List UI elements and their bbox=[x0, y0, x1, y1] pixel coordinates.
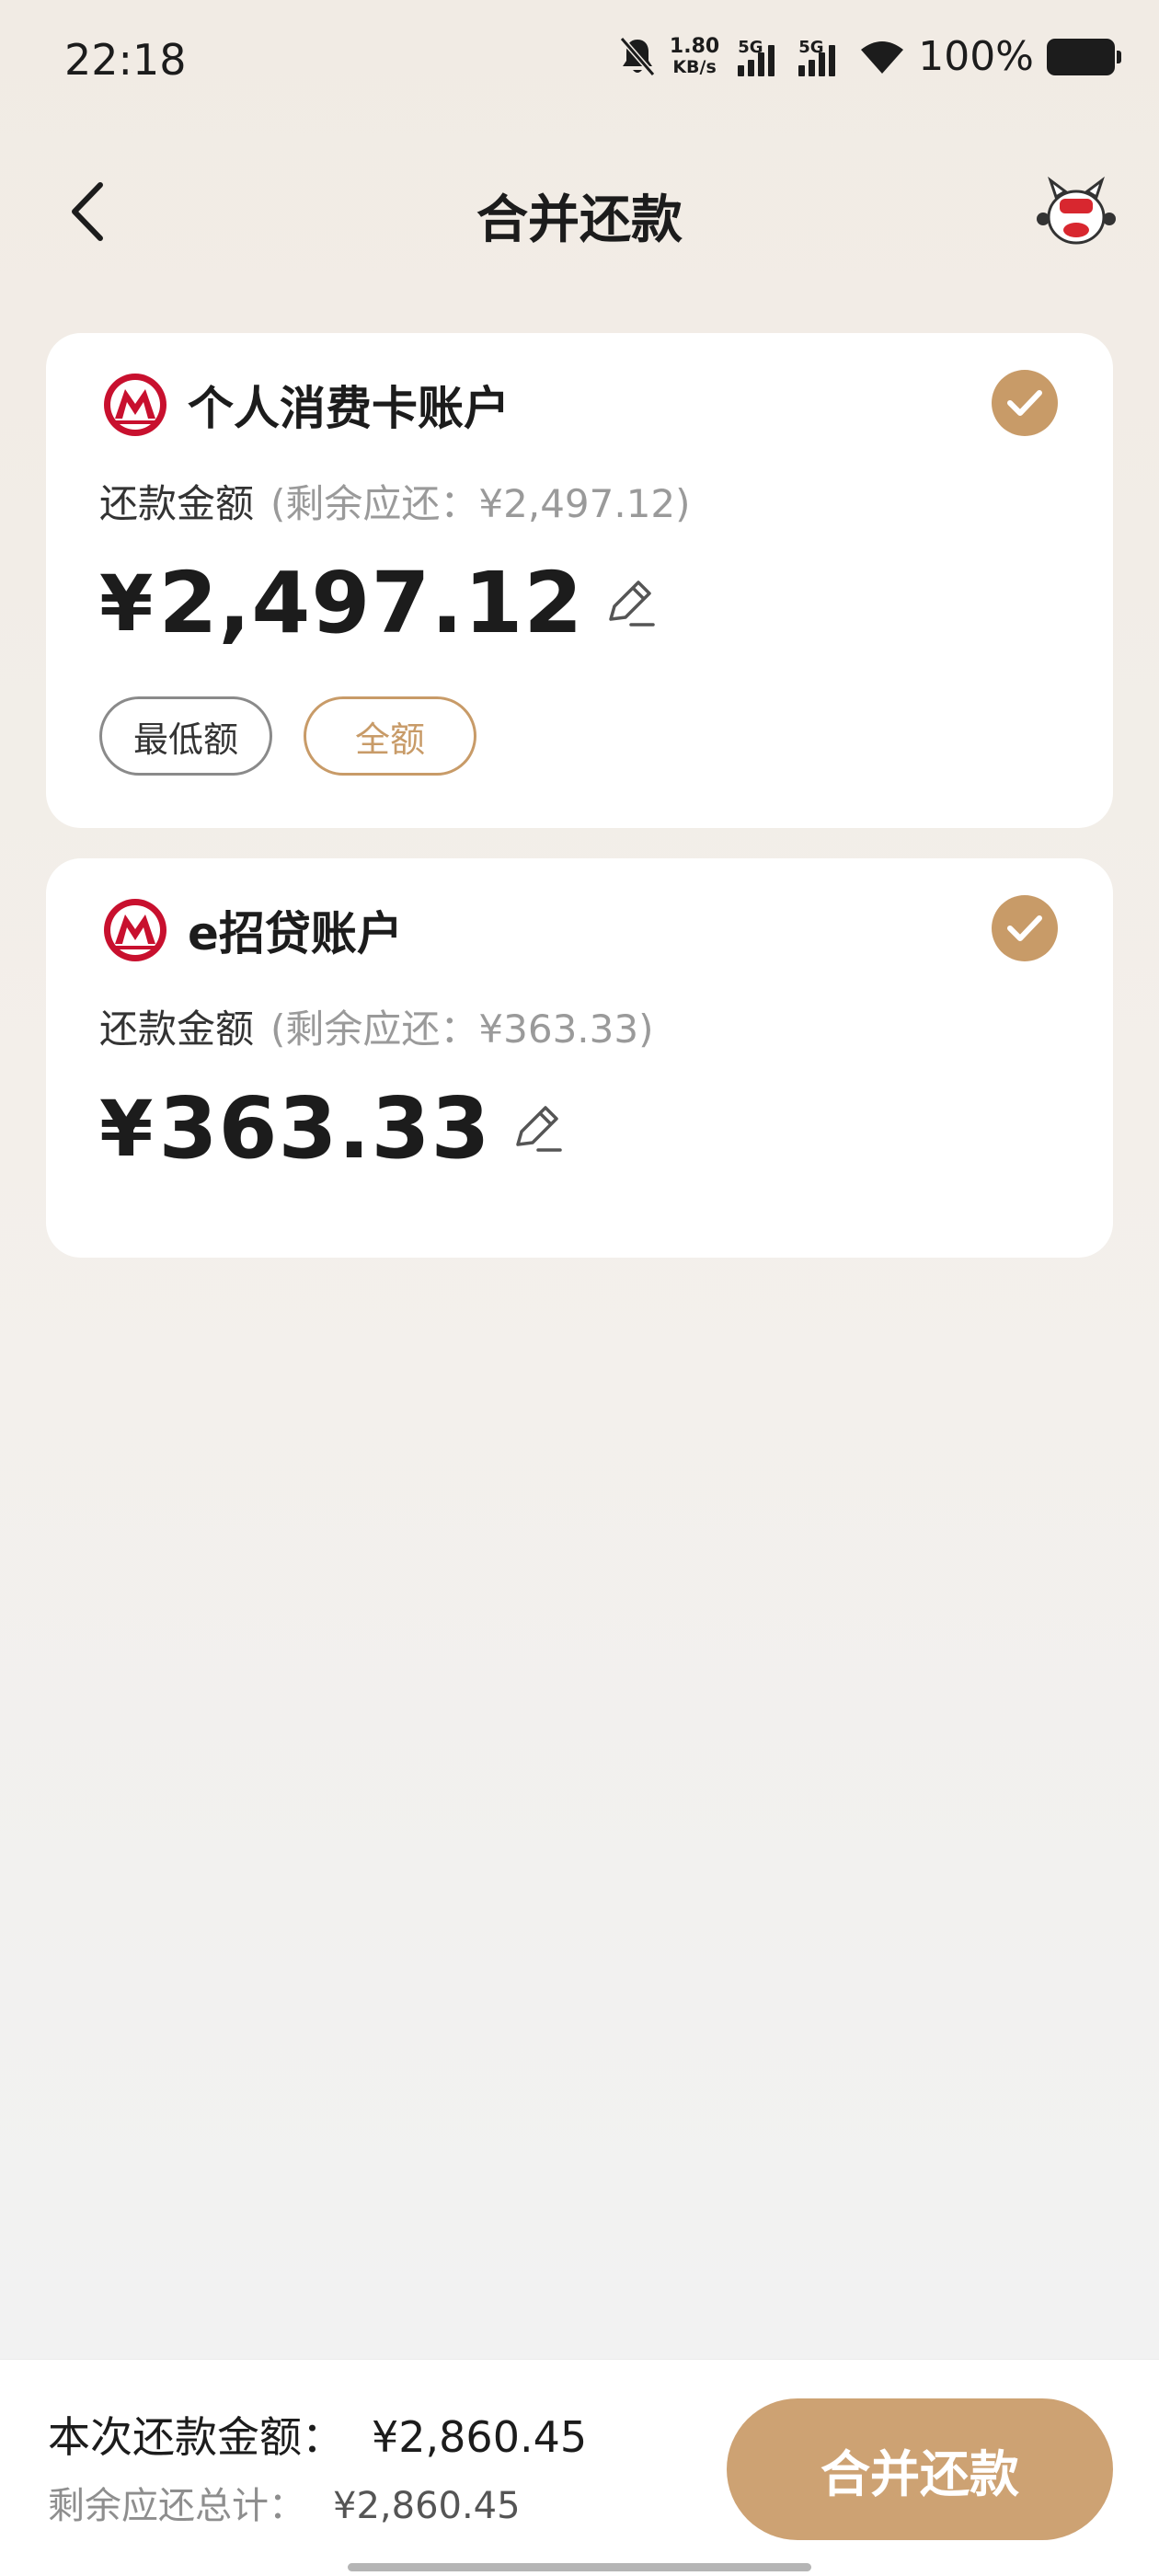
page-title: 合并还款 bbox=[476, 190, 683, 250]
header: 合并还款 bbox=[0, 156, 1159, 267]
net-speed-value: 1.80 bbox=[669, 34, 720, 58]
quick-amount-chips: 最低额 全额 bbox=[99, 696, 476, 776]
status-time: 22:18 bbox=[64, 35, 187, 85]
account-header: 个人消费卡账户 bbox=[103, 372, 510, 438]
remain-value: ¥2,860.45 bbox=[333, 2485, 521, 2527]
repay-amount-label: 还款金额 bbox=[99, 481, 255, 526]
repay-amount-label: 还款金额 bbox=[99, 1006, 255, 1052]
sim1-label: 5G bbox=[738, 37, 763, 57]
total-row: 本次还款金额： ¥2,860.45 bbox=[48, 2404, 587, 2465]
currency-symbol: ¥ bbox=[99, 558, 154, 649]
repay-amount-label-row: 还款金额 (剩余应还：¥363.33) bbox=[99, 998, 653, 1054]
select-checkbox[interactable] bbox=[992, 895, 1058, 961]
status-bar: 22:18 1.80 KB/s 5G 5G 100% bbox=[0, 0, 1159, 129]
remain-label: 剩余应还总计： bbox=[48, 2485, 305, 2527]
signal-icon-2: 5G bbox=[798, 38, 846, 76]
remaining-due-text: (剩余应还：¥2,497.12) bbox=[270, 481, 691, 526]
sim2-label: 5G bbox=[798, 37, 824, 57]
bank-logo-icon bbox=[104, 899, 166, 961]
bank-logo-icon bbox=[104, 374, 166, 436]
repay-amount-value[interactable]: 2,497.12 bbox=[158, 554, 583, 652]
mascot-icon bbox=[1037, 176, 1116, 245]
remaining-due-text: (剩余应还：¥363.33) bbox=[270, 1006, 654, 1052]
bell-muted-icon bbox=[619, 36, 656, 76]
account-name: 个人消费卡账户 bbox=[188, 382, 510, 435]
repay-amount-label-row: 还款金额 (剩余应还：¥2,497.12) bbox=[99, 473, 691, 529]
amount-row[interactable]: ¥ 2,497.12 bbox=[99, 554, 657, 652]
net-speed: 1.80 KB/s bbox=[669, 34, 720, 77]
total-label: 本次还款金额： bbox=[48, 2412, 344, 2462]
bottom-summary-bar: 本次还款金额： ¥2,860.45 剩余应还总计： ¥2,860.45 合并还款 bbox=[0, 2359, 1159, 2576]
battery-icon bbox=[1047, 38, 1121, 75]
account-card: 个人消费卡账户 还款金额 (剩余应还：¥2,497.12) ¥ 2,497.12… bbox=[46, 333, 1113, 828]
net-speed-unit: KB/s bbox=[672, 56, 717, 77]
select-checkbox[interactable] bbox=[992, 370, 1058, 436]
account-name: e招贷账户 bbox=[188, 907, 403, 960]
total-value: ¥2,860.45 bbox=[372, 2412, 588, 2462]
mascot-button[interactable] bbox=[1030, 169, 1122, 252]
full-amount-chip[interactable]: 全额 bbox=[304, 696, 476, 776]
pencil-edit-icon[interactable] bbox=[603, 577, 657, 630]
wifi-icon bbox=[861, 40, 904, 74]
check-icon bbox=[1007, 915, 1042, 941]
min-amount-chip[interactable]: 最低额 bbox=[99, 696, 272, 776]
repay-amount-value[interactable]: 363.33 bbox=[158, 1079, 490, 1178]
home-indicator[interactable] bbox=[348, 2563, 811, 2571]
battery-percent: 100% bbox=[918, 33, 1034, 80]
status-icons: 1.80 KB/s 5G 5G 100% bbox=[618, 33, 1121, 80]
remain-row: 剩余应还总计： ¥2,860.45 bbox=[48, 2476, 521, 2529]
check-icon bbox=[1007, 390, 1042, 416]
signal-icon: 5G bbox=[738, 38, 786, 76]
account-card: e招贷账户 还款金额 (剩余应还：¥363.33) ¥ 363.33 bbox=[46, 858, 1113, 1258]
amount-row[interactable]: ¥ 363.33 bbox=[99, 1079, 564, 1178]
pencil-edit-icon[interactable] bbox=[511, 1102, 564, 1156]
account-header: e招贷账户 bbox=[103, 897, 403, 963]
merge-repay-button[interactable]: 合并还款 bbox=[727, 2398, 1113, 2540]
currency-symbol: ¥ bbox=[99, 1083, 154, 1174]
